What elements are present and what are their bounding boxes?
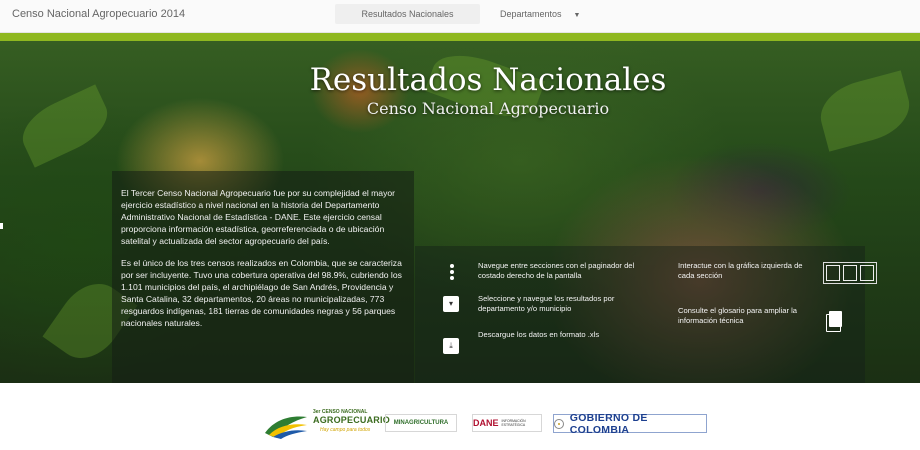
logo-censo-agropecuario: 3er CENSO NACIONAL AGROPECUARIO Hay camp… [263,407,390,443]
logo-dane: DANE INFORMACIÓN ESTRATÉGICA [472,414,542,432]
agro-swoosh-icon [265,416,307,439]
select-dropdown-icon: ▾ [443,296,459,312]
guide-select-text: Seleccione y navegue los resultados por … [478,294,615,313]
guide-navigate-text: Navegue entre secciones con el paginador… [478,261,635,280]
widget-cell [860,265,874,281]
census-description-panel: El Tercer Censo Nacional Agropecuario fu… [112,171,414,383]
description-paragraph: Es el único de los tres censos realizado… [121,258,402,328]
minagricultura-text: MINAGRICULTURA [393,420,449,426]
widget-cell [843,265,857,281]
hero-title: Resultados Nacionales [309,62,667,98]
nav-resultados-nacionales[interactable]: Resultados Nacionales [335,4,480,24]
chart-widget-icon [823,262,877,284]
guide-glossary-text: Consulte el glosario para ampliar la inf… [678,306,798,325]
dane-subtext: INFORMACIÓN ESTRATÉGICA [501,419,526,427]
agro-logo-tagline: Hay campo para todos [320,427,371,433]
accent-stripe [0,33,920,41]
seal-icon [554,418,564,429]
caret-down-icon: ▼ [573,12,581,19]
logo-gobierno-colombia: GOBIERNO DE COLOMBIA [553,411,707,436]
guide-interact-text: Interactue con la gráfica izquierda de c… [678,261,803,280]
footer-logos: 3er CENSO NACIONAL AGROPECUARIO Hay camp… [0,383,920,450]
side-handle[interactable] [0,223,3,229]
hero-banner: Resultados Nacionales Censo Nacional Agr… [0,41,920,383]
description-paragraph: El Tercer Censo Nacional Agropecuario fu… [121,188,396,246]
widget-cell [826,265,840,281]
guide-download-text: Descargue los datos en formato .xls [478,330,600,339]
download-icon: ⤓ [443,338,459,354]
dane-text: DANE [473,418,499,428]
logo-minagricultura: MINAGRICULTURA [385,414,457,432]
nav-departamentos-label: Departamentos [500,9,562,19]
pager-dots-icon [450,264,454,282]
nav-departamentos-dropdown[interactable]: Departamentos ▼ [500,4,580,24]
brand-title[interactable]: Censo Nacional Agropecuario 2014 [12,8,185,20]
glossary-document-icon [826,311,842,332]
top-navbar: Censo Nacional Agropecuario 2014 Resulta… [0,0,920,33]
usage-guide-panel: Navegue entre secciones con el paginador… [415,246,877,383]
agro-logo-line2: AGROPECUARIO [313,415,390,425]
gobierno-text: GOBIERNO DE COLOMBIA [569,411,648,436]
hero-subtitle: Censo Nacional Agropecuario [366,99,610,118]
